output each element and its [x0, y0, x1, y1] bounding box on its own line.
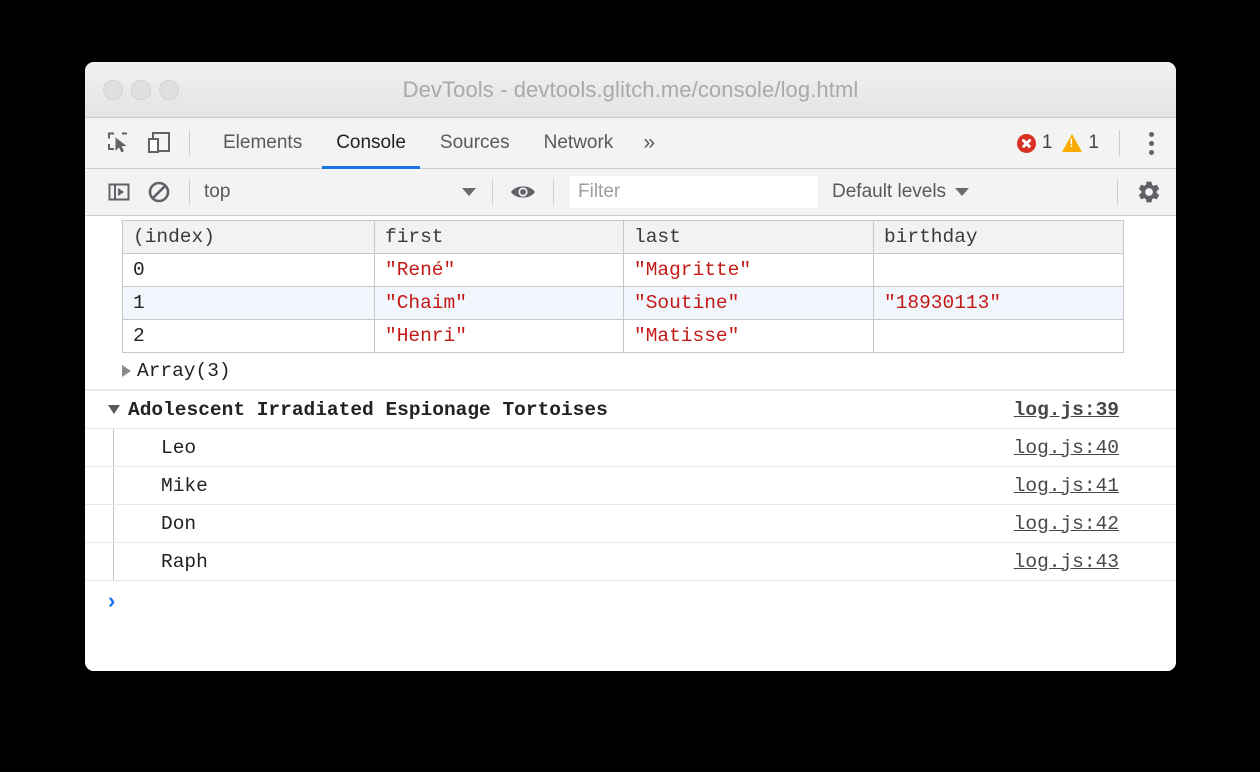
table-cell-birthday	[874, 254, 1124, 287]
console-group-body: Leo log.js:40 Mike log.js:41 Don log.js:…	[85, 429, 1176, 581]
table-cell-birthday	[874, 320, 1124, 353]
error-icon	[1017, 134, 1036, 153]
table-cell-last: "Soutine"	[624, 287, 874, 320]
table-row[interactable]: 0 "René" "Magritte"	[123, 254, 1124, 287]
execution-context-select[interactable]: top	[204, 181, 482, 203]
table-cell-first: "Henri"	[375, 320, 624, 353]
log-entry-row[interactable]: Don log.js:42	[85, 505, 1176, 543]
table-header-birthday[interactable]: birthday	[874, 221, 1124, 254]
minimize-button[interactable]	[131, 80, 151, 100]
inspect-element-icon[interactable]	[99, 123, 139, 163]
table-cell-first: "Chaim"	[375, 287, 624, 320]
source-link[interactable]: log.js:40	[1014, 437, 1119, 459]
tab-network[interactable]: Network	[527, 118, 631, 169]
tab-sources[interactable]: Sources	[423, 118, 527, 169]
log-entry-row[interactable]: Leo log.js:40	[85, 429, 1176, 467]
array-preview-row[interactable]: Array(3)	[85, 353, 1176, 390]
table-row[interactable]: 1 "Chaim" "Soutine" "18930113"	[123, 287, 1124, 320]
collapse-triangle-icon[interactable]	[108, 405, 120, 414]
log-entry-row[interactable]: Raph log.js:43	[85, 543, 1176, 581]
chevron-down-icon	[462, 188, 476, 196]
table-cell-first: "René"	[375, 254, 624, 287]
table-header-first[interactable]: first	[375, 221, 624, 254]
error-count-badge[interactable]: 1	[1017, 132, 1053, 154]
source-link[interactable]: log.js:39	[1014, 399, 1119, 421]
console-message-list[interactable]: (index) first last birthday 0 "René" "Ma…	[85, 216, 1176, 671]
console-toolbar-divider-2	[492, 179, 493, 205]
tab-elements[interactable]: Elements	[206, 118, 319, 169]
live-expression-eye-icon[interactable]	[503, 172, 543, 212]
chevron-down-icon	[955, 188, 969, 196]
array-preview-label: Array(3)	[137, 360, 231, 382]
window-controls	[103, 62, 179, 117]
log-entry-row[interactable]: Mike log.js:41	[85, 467, 1176, 505]
error-count-label: 1	[1042, 132, 1053, 154]
console-group-title: Adolescent Irradiated Espionage Tortoise…	[128, 399, 608, 421]
panel-tabs: Elements Console Sources Network »	[206, 118, 668, 169]
table-cell-index: 2	[123, 320, 375, 353]
toolbar-divider	[189, 130, 190, 156]
log-entry-text: Raph	[161, 551, 208, 573]
expand-triangle-icon[interactable]	[122, 365, 131, 377]
more-tabs-button[interactable]: »	[630, 118, 668, 169]
console-toolbar-divider-4	[1117, 179, 1118, 205]
prompt-caret-icon: ›	[108, 590, 115, 612]
source-link[interactable]: log.js:42	[1014, 513, 1119, 535]
table-row[interactable]: 2 "Henri" "Matisse"	[123, 320, 1124, 353]
source-link[interactable]: log.js:43	[1014, 551, 1119, 573]
console-toolbar-divider-1	[189, 179, 190, 205]
settings-gear-button[interactable]	[1107, 169, 1162, 215]
log-entry-text: Mike	[161, 475, 208, 497]
log-entry-text: Don	[161, 513, 196, 535]
table-cell-last: "Matisse"	[624, 320, 874, 353]
warning-icon	[1062, 134, 1082, 152]
status-divider	[1119, 130, 1120, 156]
close-button[interactable]	[103, 80, 123, 100]
window-title: DevTools - devtools.glitch.me/console/lo…	[85, 77, 1176, 103]
log-entry-text: Leo	[161, 437, 196, 459]
table-cell-index: 1	[123, 287, 375, 320]
table-cell-index: 0	[123, 254, 375, 287]
device-toolbar-icon[interactable]	[139, 123, 179, 163]
kebab-menu-icon[interactable]	[1136, 123, 1166, 163]
maximize-button[interactable]	[159, 80, 179, 100]
console-prompt[interactable]: ›	[85, 581, 1176, 621]
console-toolbar: top Default levels	[85, 169, 1176, 216]
devtools-window: DevTools - devtools.glitch.me/console/lo…	[85, 62, 1176, 671]
settings-gear-icon	[1136, 179, 1162, 205]
log-levels-label: Default levels	[832, 181, 946, 203]
table-header-row: (index) first last birthday	[123, 221, 1124, 254]
table-cell-birthday: "18930113"	[874, 287, 1124, 320]
filter-input[interactable]	[570, 176, 818, 208]
table-cell-last: "Magritte"	[624, 254, 874, 287]
clear-console-icon[interactable]	[139, 172, 179, 212]
devtools-tabbar: Elements Console Sources Network » 1 1	[85, 118, 1176, 169]
console-group-header[interactable]: Adolescent Irradiated Espionage Tortoise…	[85, 391, 1176, 429]
tab-console[interactable]: Console	[319, 118, 423, 169]
warning-count-badge[interactable]: 1	[1062, 132, 1099, 154]
window-titlebar: DevTools - devtools.glitch.me/console/lo…	[85, 62, 1176, 118]
table-header-last[interactable]: last	[624, 221, 874, 254]
console-table-message: (index) first last birthday 0 "René" "Ma…	[85, 216, 1176, 391]
console-sidebar-icon[interactable]	[99, 172, 139, 212]
source-link[interactable]: log.js:41	[1014, 475, 1119, 497]
tabbar-status-area: 1 1	[1017, 118, 1166, 168]
table-header-index[interactable]: (index)	[123, 221, 375, 254]
execution-context-value: top	[204, 181, 462, 203]
console-toolbar-divider-3	[553, 179, 554, 205]
log-levels-select[interactable]: Default levels	[832, 181, 969, 203]
console-table: (index) first last birthday 0 "René" "Ma…	[122, 220, 1124, 353]
warning-count-label: 1	[1088, 132, 1099, 154]
